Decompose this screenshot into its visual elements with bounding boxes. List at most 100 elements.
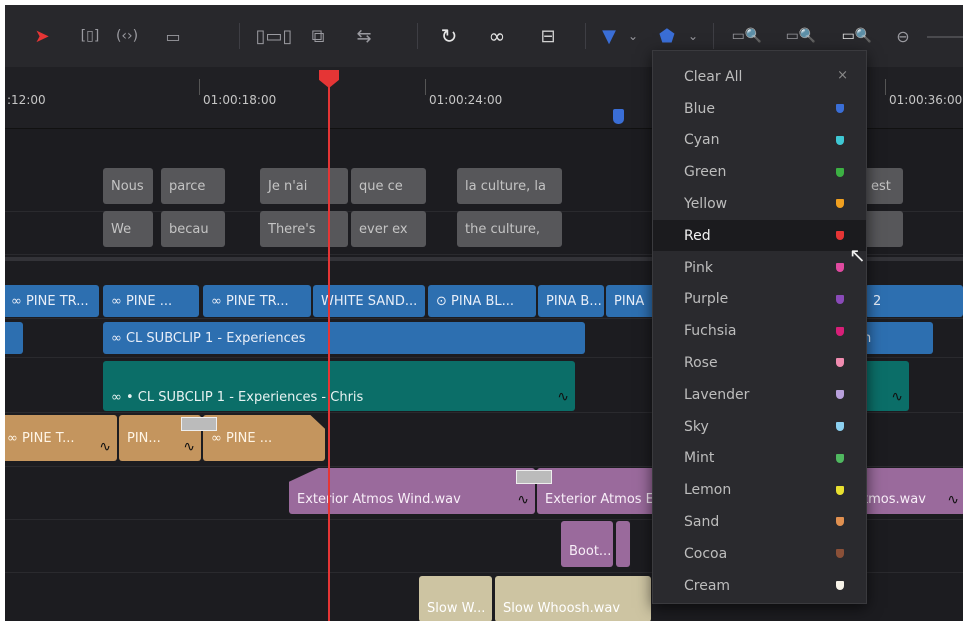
zoom-detail-icon[interactable]: ▭🔍 (781, 21, 821, 51)
zoom-slider[interactable] (927, 36, 963, 38)
zoom-full-icon[interactable]: ▭🔍 (727, 21, 767, 51)
lock-icon[interactable]: ⊟ (535, 21, 561, 51)
subtitle-clip[interactable] (863, 211, 903, 247)
video-clip[interactable]: ∞ CL SUBCLIP 1 - Experiences (103, 322, 585, 354)
major-tick (199, 79, 200, 95)
subtitle-clip[interactable]: Je n'ai (260, 168, 348, 204)
marker-icon[interactable]: ⬟ (657, 21, 677, 51)
marker-flag-icon (836, 485, 844, 495)
subtitle-clip[interactable]: est (863, 168, 903, 204)
major-tick (885, 79, 886, 95)
replace-icon[interactable]: ⇆ (347, 21, 381, 51)
color-item-blue[interactable]: Blue (653, 93, 866, 124)
color-item-lavender[interactable]: Lavender (653, 379, 866, 410)
color-item-purple[interactable]: Purple (653, 284, 866, 315)
color-item-sky[interactable]: Sky (653, 411, 866, 442)
audio-clip[interactable]: tmos.wav ∿ (855, 468, 963, 514)
audio-clip[interactable]: ∞ PINE ... (203, 415, 325, 461)
audio-clip[interactable]: ∞ PINE T... ∿ (5, 415, 117, 461)
subtitle-clip[interactable]: ever ex (351, 211, 426, 247)
link-icon[interactable]: ∞ (483, 21, 511, 51)
marker-flag-icon (836, 390, 844, 400)
clip-label: PINA B... (546, 293, 602, 309)
video-clip[interactable]: 2 (865, 285, 963, 317)
timecode-label: 01:00:24:00 (429, 93, 503, 107)
menu-item-label: Cocoa (684, 545, 728, 562)
video-clip[interactable]: PINA (606, 285, 656, 317)
color-item-green[interactable]: Green (653, 157, 866, 188)
chevron-down-icon[interactable]: ⌄ (685, 21, 701, 51)
color-item-fuchsia[interactable]: Fuchsia (653, 316, 866, 347)
subtitle-clip[interactable]: la culture, la (457, 168, 562, 204)
color-item-lemon[interactable]: Lemon (653, 475, 866, 506)
color-item-mint[interactable]: Mint (653, 443, 866, 474)
toolbar-divider (417, 23, 418, 49)
subtitle-clip[interactable]: becau (161, 211, 225, 247)
clip-label: PINE TR... (25, 293, 89, 309)
audio-clip[interactable]: Exterior Atmos Wind.wav ∿ (289, 468, 535, 514)
audio-clip[interactable]: Slow W... (419, 576, 492, 621)
audio-clip[interactable]: Exterior Atmos E (537, 468, 655, 514)
clip-label: Slow W... (427, 600, 486, 616)
dynamic-trim-icon[interactable]: (‹›) (110, 21, 144, 51)
clip-label: PINA BL... (451, 293, 515, 309)
video-clip[interactable]: ∞ PINE ... (103, 285, 199, 317)
zoom-out-icon[interactable]: ⊖ (893, 21, 913, 51)
snapping-icon[interactable]: ↻ (435, 21, 463, 51)
clip-label: PINA (614, 293, 645, 309)
color-item-sand[interactable]: Sand (653, 506, 866, 537)
timeline-marker[interactable] (613, 109, 624, 124)
color-item-cream[interactable]: Cream (653, 570, 866, 601)
toolbar-divider (713, 23, 714, 49)
marker-flag-icon (836, 358, 844, 368)
clip-label: WHITE SAND... (321, 293, 418, 309)
video-clip[interactable]: ∞ • CL SUBCLIP 1 - Experiences - Chris ∿ (103, 361, 575, 411)
toolbar-divider (239, 23, 240, 49)
color-item-red[interactable]: Red (653, 220, 866, 252)
transition-marker[interactable] (516, 470, 552, 484)
clear-all-item[interactable]: Clear All × (653, 61, 866, 92)
transition-marker[interactable] (181, 417, 217, 431)
video-clip[interactable]: ⊙ PINA BL... (428, 285, 536, 317)
audio-clip[interactable] (616, 521, 630, 567)
marker-flag-icon (836, 326, 844, 336)
insert-icon[interactable]: ▯▭▯ (256, 21, 293, 51)
clip-label: PIN... (127, 430, 161, 446)
audio-clip[interactable]: Boot... (561, 521, 613, 567)
pointer-icon[interactable]: ➤ (29, 21, 55, 51)
video-clip[interactable]: PINA B... (538, 285, 604, 317)
audio-clip[interactable]: Slow Whoosh.wav (495, 576, 651, 621)
marker-flag-icon (836, 549, 844, 559)
video-clip[interactable]: ∿ (863, 361, 909, 411)
clip-label: PINE T... (21, 430, 75, 446)
close-icon[interactable]: × (837, 68, 848, 83)
menu-item-label: Red (684, 227, 711, 244)
color-item-pink[interactable]: Pink (653, 252, 866, 283)
menu-item-label: Pink (684, 259, 714, 276)
video-clip[interactable]: ∞ PINE TR... (203, 285, 311, 317)
subtitle-clip[interactable]: que ce (351, 168, 426, 204)
video-clip[interactable]: ∞ PINE TR... (5, 285, 99, 317)
color-item-rose[interactable]: Rose (653, 347, 866, 378)
subtitle-clip[interactable]: Nous (103, 168, 153, 204)
chevron-down-icon[interactable]: ⌄ (625, 21, 641, 51)
subtitle-clip[interactable]: We (103, 211, 153, 247)
link-icon: ∞ (111, 389, 126, 405)
menu-item-label: Green (684, 164, 727, 181)
color-item-cyan[interactable]: Cyan (653, 125, 866, 156)
color-item-yellow[interactable]: Yellow (653, 188, 866, 219)
subtitle-clip[interactable]: There's (260, 211, 348, 247)
color-item-cocoa[interactable]: Cocoa (653, 538, 866, 569)
subtitle-clip[interactable]: parce (161, 168, 225, 204)
flag-icon[interactable]: ▼ (599, 21, 619, 51)
video-clip[interactable] (5, 322, 23, 354)
clip-label: Boot... (569, 543, 612, 559)
clip-label: PINE TR... (225, 293, 289, 309)
overwrite-icon[interactable]: ⧉ (303, 21, 333, 51)
zoom-custom-icon[interactable]: ▭🔍 (837, 21, 877, 51)
subtitle-clip[interactable]: the culture, (457, 211, 562, 247)
trim-icon[interactable]: [▯] (73, 21, 107, 51)
menu-item-label: Cyan (684, 132, 720, 149)
major-tick (425, 79, 426, 95)
blade-icon[interactable]: ▭ (153, 21, 193, 51)
